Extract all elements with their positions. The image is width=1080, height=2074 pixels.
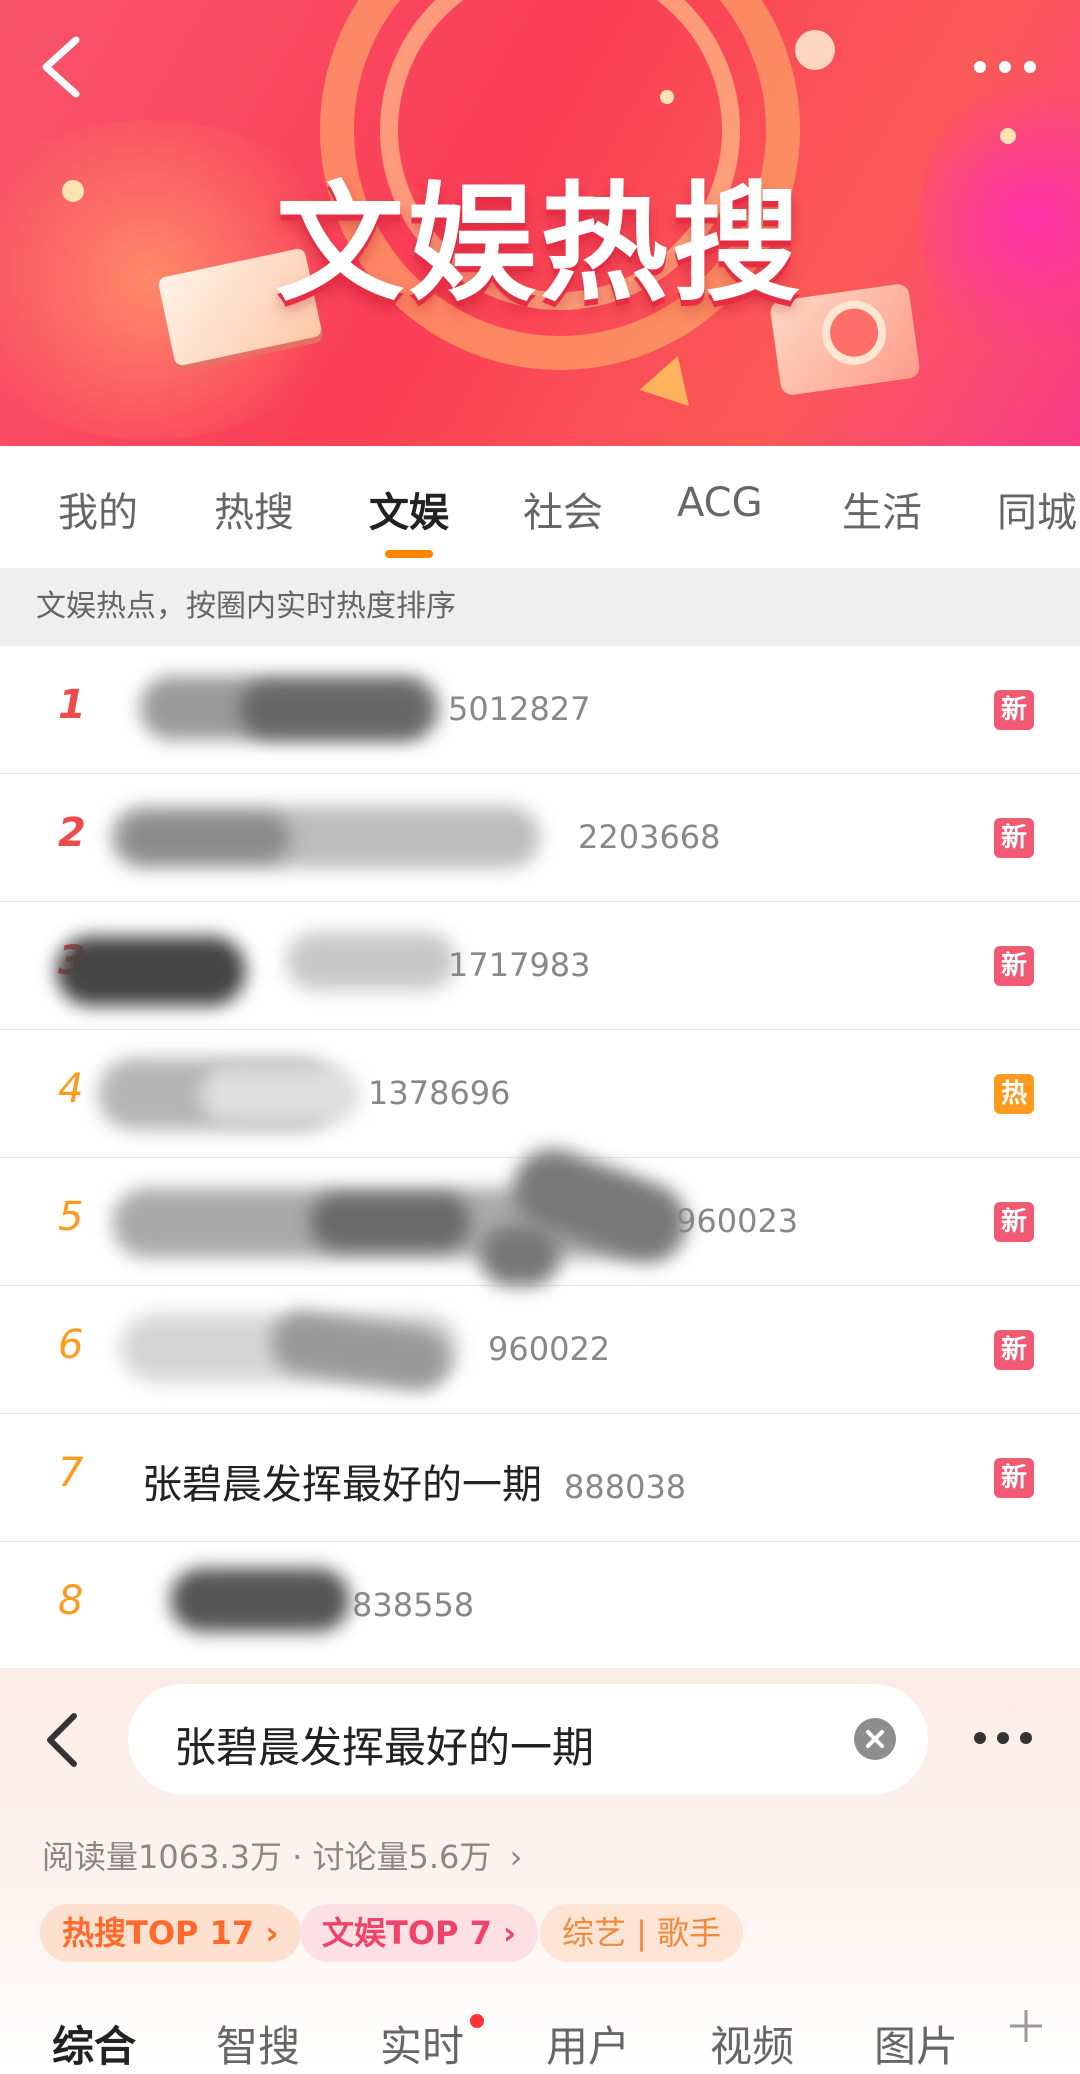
rank-number: 1 [58,682,86,728]
more-dots-icon[interactable] [972,1730,1034,1746]
heat-value: 1378696 [368,1074,511,1112]
heat-value: 888038 [564,1468,687,1506]
new-badge: 新 [994,818,1034,858]
list-item[interactable]: 4 1378696 热 [0,1030,1080,1158]
notification-dot [470,2014,484,2028]
tab-mine[interactable]: 我的 [58,480,138,538]
planet-icon [795,30,835,70]
tab-comprehensive[interactable]: 综合 [52,2013,136,2074]
tab-smart-search[interactable]: 智搜 [216,2013,300,2074]
new-badge: 新 [994,690,1034,730]
tab-realtime[interactable]: 实时 [380,2013,464,2074]
triangle-decoration [639,348,703,406]
tab-local[interactable]: 同城 [997,480,1077,538]
banner-title: 文娱热搜 [275,170,804,319]
heat-value: 5012827 [448,690,591,728]
tab-life[interactable]: 生活 [842,480,922,538]
heat-value: 1717983 [448,946,591,984]
redacted-title [480,1226,560,1286]
tab-videos[interactable]: 视频 [710,2013,794,2074]
heat-value: 838558 [352,1586,475,1624]
hot-search-list: 1 5012827 新 2 2203668 新 3 1717983 新 4 13… [0,646,1080,1670]
topic-stats[interactable]: 阅读量1063.3万 · 讨论量5.6万 › [42,1832,522,1878]
active-tab-indicator [385,550,433,558]
rank-number: 6 [58,1322,84,1368]
chevron-right-icon: › [509,1838,523,1876]
tab-entertainment[interactable]: 文娱 [369,480,449,538]
tab-images[interactable]: 图片 [874,2013,958,2074]
topic-title: 张碧晨发挥最好的一期 888038 [142,1462,687,1508]
tab-users[interactable]: 用户 [546,2013,630,2074]
chevron-left-icon[interactable] [36,32,92,102]
list-item[interactable]: 8 838558 [0,1542,1080,1670]
redacted-title [286,932,456,990]
list-item[interactable]: 1 5012827 新 [0,646,1080,774]
chevron-left-icon[interactable] [42,1710,82,1770]
category-tabs: 我的 热搜 文娱 社会 ACG 生活 同城 [0,446,1080,568]
redacted-title [120,814,290,862]
redacted-title [170,1568,350,1632]
plus-icon[interactable] [1006,2006,1046,2046]
sparkle-icon [660,90,674,104]
redacted-title [240,682,430,738]
rank-number: 8 [58,1578,84,1624]
more-dots-icon[interactable] [970,52,1040,82]
category-chip[interactable]: 综艺 | 歌手 [540,1904,744,1962]
list-item[interactable]: 3 1717983 新 [0,902,1080,1030]
list-item[interactable]: 6 960022 新 [0,1286,1080,1414]
redacted-title [310,1194,470,1250]
clear-icon[interactable] [854,1718,896,1760]
tab-society[interactable]: 社会 [523,480,603,538]
rank-number: 4 [58,1066,84,1112]
list-description: 文娱热点，按圈内实时热度排序 [0,568,1080,646]
rank-number: 7 [58,1450,84,1496]
heat-value: 960023 [676,1202,799,1240]
banner: 文娱热搜 [0,0,1080,446]
rank-number: 5 [58,1194,84,1240]
search-query: 张碧晨发挥最好的一期 [174,1723,595,1772]
tab-acg[interactable]: ACG [677,480,763,526]
redacted-title [56,936,246,1006]
new-badge: 新 [994,1202,1034,1242]
heat-value: 2203668 [578,818,721,856]
hot-search-rank-chip[interactable]: 热搜TOP 17 › [40,1904,301,1962]
heat-value: 960022 [488,1330,611,1368]
list-item[interactable]: 7 张碧晨发挥最好的一期 888038 新 [0,1414,1080,1542]
tab-hot-search[interactable]: 热搜 [214,480,294,538]
search-result-panel: 张碧晨发挥最好的一期 阅读量1063.3万 · 讨论量5.6万 › 热搜TOP … [0,1668,1080,2071]
search-input[interactable]: 张碧晨发挥最好的一期 [128,1684,928,1794]
redacted-title [200,1066,360,1124]
new-badge: 新 [994,1458,1034,1498]
list-item[interactable]: 5 960023 新 [0,1137,1080,1286]
list-item[interactable]: 2 2203668 新 [0,774,1080,902]
new-badge: 新 [994,1330,1034,1370]
rank-number: 2 [58,810,86,856]
entertainment-rank-chip[interactable]: 文娱TOP 7 › [300,1904,539,1962]
new-badge: 新 [994,946,1034,986]
hot-badge: 热 [994,1074,1034,1114]
